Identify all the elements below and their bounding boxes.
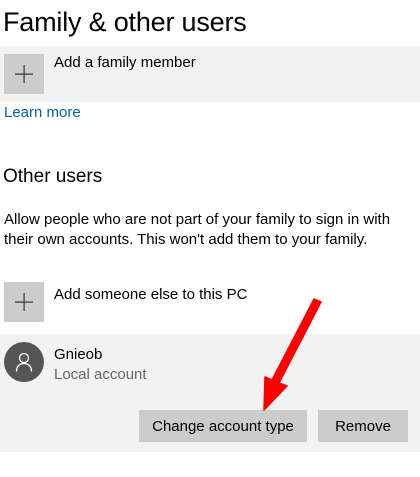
add-family-member-button[interactable] bbox=[4, 54, 44, 94]
plus-icon bbox=[15, 293, 33, 311]
add-someone-else-row[interactable]: Add someone else to this PC bbox=[0, 282, 420, 326]
person-icon bbox=[15, 352, 33, 372]
user-account-panel[interactable]: Gnieob Local account Change account type… bbox=[0, 334, 420, 452]
add-someone-else-label: Add someone else to this PC bbox=[54, 286, 248, 303]
user-account-type: Local account bbox=[54, 366, 147, 383]
learn-more-link[interactable]: Learn more bbox=[4, 104, 81, 121]
add-someone-else-button[interactable] bbox=[4, 282, 44, 322]
other-users-heading: Other users bbox=[3, 166, 103, 187]
add-family-member-row[interactable]: Add a family member bbox=[0, 46, 420, 102]
add-family-member-label: Add a family member bbox=[54, 54, 196, 71]
plus-icon bbox=[15, 65, 33, 83]
user-name: Gnieob bbox=[54, 346, 103, 363]
other-users-description: Allow people who are not part of your fa… bbox=[4, 211, 391, 248]
change-account-type-button[interactable]: Change account type bbox=[139, 410, 307, 442]
page-title: Family & other users bbox=[3, 7, 247, 37]
remove-button[interactable]: Remove bbox=[318, 410, 408, 442]
avatar bbox=[4, 342, 44, 382]
